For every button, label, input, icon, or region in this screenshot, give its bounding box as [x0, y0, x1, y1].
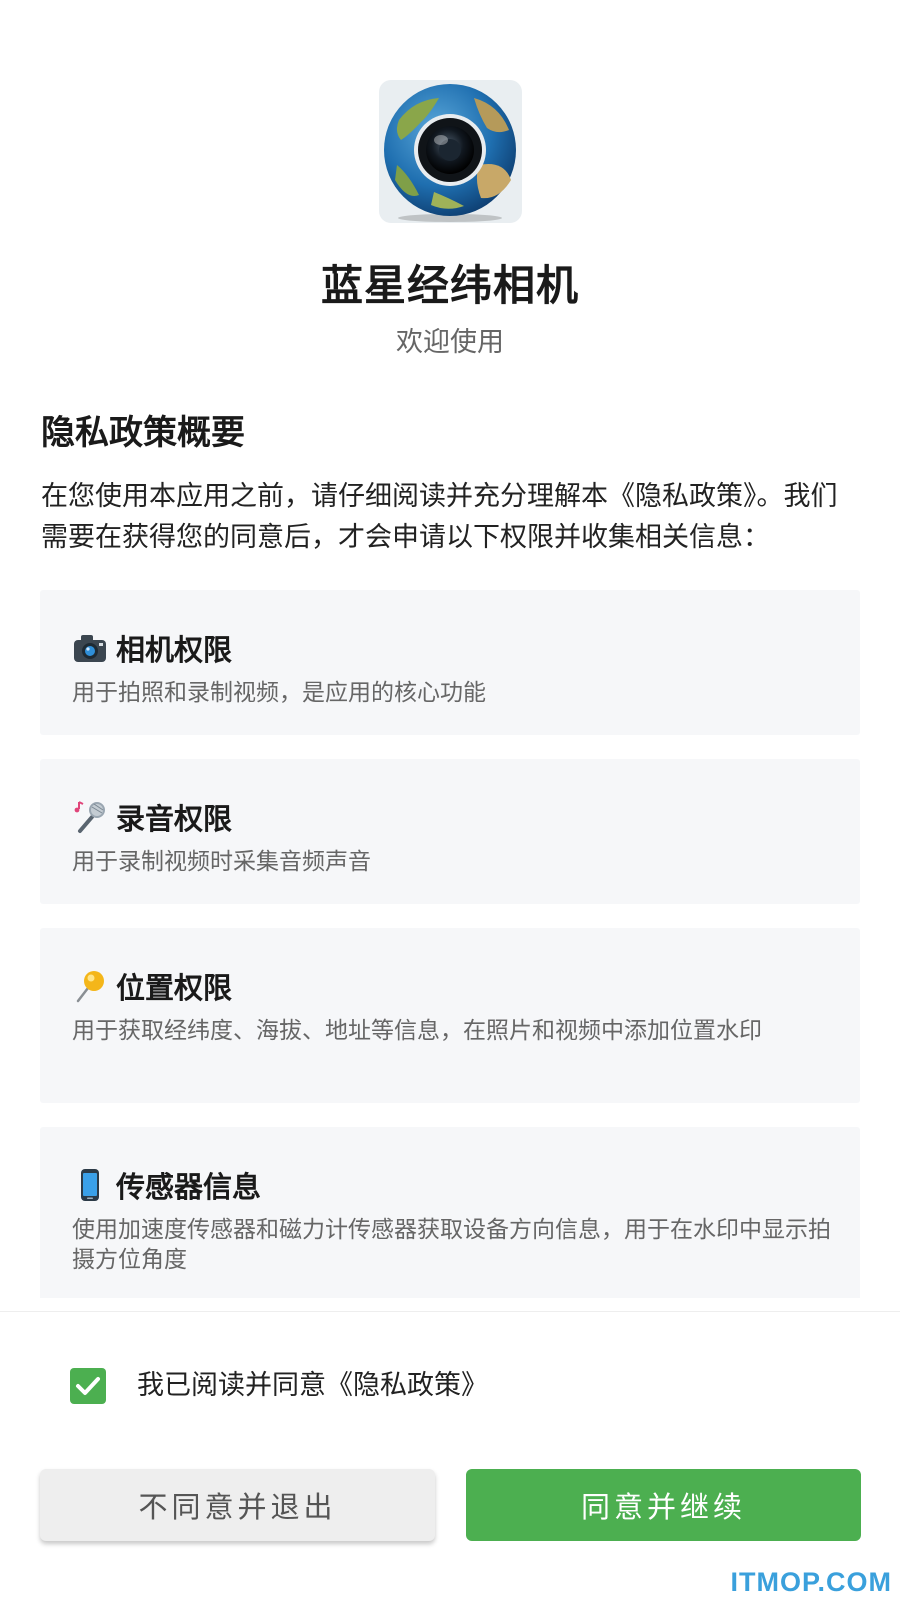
- permission-title: 传感器信息: [116, 1170, 262, 1204]
- site-watermark: ITMOP.COM: [730, 1567, 892, 1597]
- permission-title: 相机权限: [116, 633, 233, 667]
- permission-desc: 用于拍照和录制视频，是应用的核心功能: [72, 680, 486, 706]
- app-logo: [379, 80, 522, 223]
- divider: [0, 1311, 900, 1312]
- consent-label[interactable]: 我已阅读并同意《隐私政策》: [137, 1366, 488, 1406]
- phone-icon: [72, 1167, 108, 1203]
- location-pin-icon: [72, 968, 108, 1004]
- welcome-subtitle: 欢迎使用: [396, 327, 504, 358]
- permission-card-microphone: 录音权限 用于录制视频时采集音频声音: [40, 759, 860, 904]
- permission-desc: 使用加速度传感器和磁力计传感器获取设备方向信息，用于在水印中显示拍摄方位角度: [72, 1217, 831, 1273]
- microphone-icon: [72, 799, 108, 835]
- permissions-list[interactable]: 相机权限 用于拍照和录制视频，是应用的核心功能 录音权限 用于录制视频时采集音频…: [40, 590, 860, 1298]
- camera-icon: [72, 630, 108, 666]
- agree-continue-button[interactable]: 同意并继续: [466, 1469, 861, 1541]
- permission-card-camera: 相机权限 用于拍照和录制视频，是应用的核心功能: [40, 590, 860, 735]
- consent-checkbox[interactable]: [70, 1368, 106, 1404]
- app-title: 蓝星经纬相机: [320, 261, 579, 310]
- privacy-intro-text: 在您使用本应用之前，请仔细阅读并充分理解本《隐私政策》。我们需要在获得您的同意后…: [41, 481, 838, 553]
- privacy-summary-title: 隐私政策概要: [41, 413, 245, 453]
- check-icon: [76, 1377, 100, 1395]
- permission-desc: 用于录制视频时采集音频声音: [72, 849, 371, 875]
- permission-card-location: 位置权限 用于获取经纬度、海拔、地址等信息，在照片和视频中添加位置水印: [40, 928, 860, 1103]
- disagree-exit-button[interactable]: 不同意并退出: [40, 1469, 435, 1541]
- permission-desc: 用于获取经纬度、海拔、地址等信息，在照片和视频中添加位置水印: [72, 1018, 762, 1044]
- permission-title: 位置权限: [116, 971, 233, 1005]
- permission-title: 录音权限: [116, 802, 233, 836]
- permission-card-sensor: 传感器信息 使用加速度传感器和磁力计传感器获取设备方向信息，用于在水印中显示拍摄…: [40, 1127, 860, 1298]
- globe-camera-lens-icon: [384, 84, 516, 222]
